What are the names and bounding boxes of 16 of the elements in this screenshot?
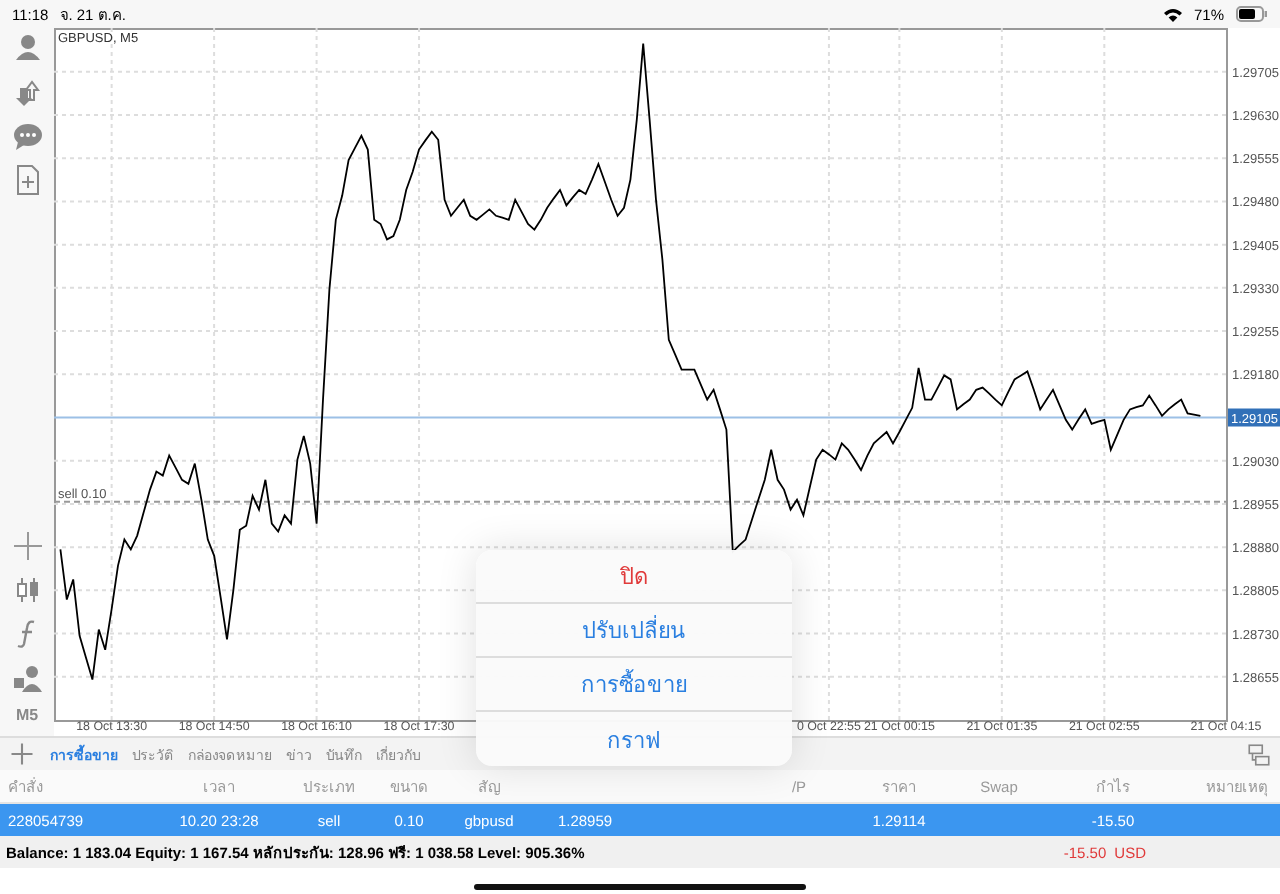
new-document-icon[interactable] [11,164,43,196]
menu-item[interactable]: ปรับเปลี่ยน [476,604,792,658]
add-icon[interactable] [8,740,36,768]
menu-item[interactable]: ปิด [476,550,792,604]
wifi-icon [1163,7,1182,21]
account-icon[interactable] [11,32,43,64]
objects-icon[interactable] [11,662,43,694]
crosshair-icon[interactable] [11,530,43,562]
battery-icon [1236,6,1268,22]
menu-item[interactable]: การซื้อขาย [476,658,792,712]
timeframe-label[interactable]: M5 [15,706,39,724]
layout-icon[interactable] [1246,741,1272,767]
menu-item[interactable]: กราฟ [476,712,792,766]
candlestick-icon[interactable] [11,574,43,606]
chat-icon[interactable] [11,120,43,152]
trade-arrows-icon[interactable] [11,76,43,108]
